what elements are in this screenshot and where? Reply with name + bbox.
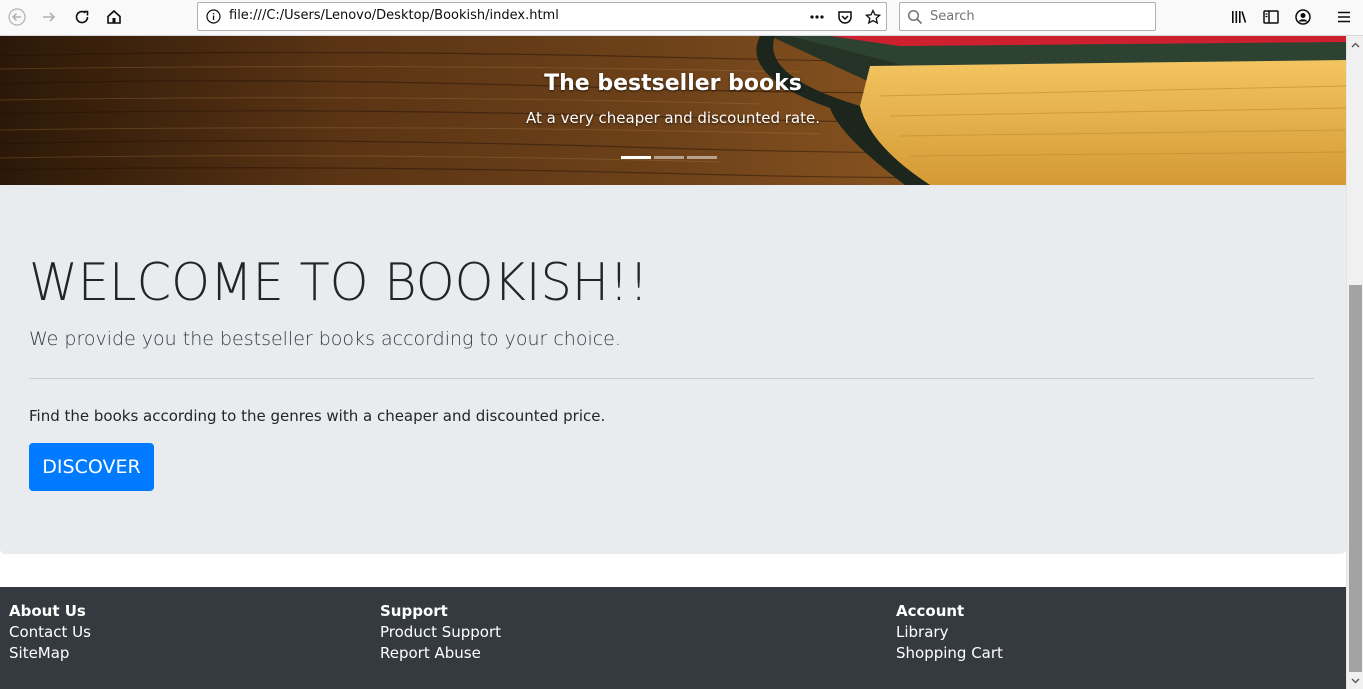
forward-icon[interactable] [36, 5, 62, 29]
scrollbar-thumb[interactable] [1349, 285, 1362, 672]
url-text[interactable]: file:///C:/Users/Lenovo/Desktop/Bookish/… [229, 8, 559, 23]
page-footer: About Us Contact Us SiteMap Support Prod… [0, 587, 1346, 689]
home-icon[interactable] [101, 5, 127, 29]
welcome-paragraph: Find the books according to the genres w… [29, 407, 606, 425]
footer-link-product-support[interactable]: Product Support [380, 622, 501, 643]
reload-icon[interactable] [69, 5, 95, 29]
carousel-title: The bestseller books [544, 71, 802, 96]
carousel-indicators [621, 156, 717, 159]
footer-link-library[interactable]: Library [896, 622, 1003, 643]
footer-heading-account: Account [896, 602, 965, 620]
welcome-lead: We provide you the bestseller books acco… [29, 328, 621, 350]
divider [29, 378, 1314, 379]
footer-column-account: Account Library Shopping Cart [896, 601, 1003, 664]
url-bar[interactable]: file:///C:/Users/Lenovo/Desktop/Bookish/… [197, 2, 887, 31]
library-icon[interactable] [1230, 8, 1248, 26]
search-input[interactable]: Search [930, 9, 975, 24]
carousel-indicator-1[interactable] [621, 156, 651, 159]
hero-carousel[interactable]: The bestseller books At a very cheaper a… [0, 36, 1346, 185]
browser-toolbar: file:///C:/Users/Lenovo/Desktop/Bookish/… [0, 0, 1363, 36]
carousel-subtitle: At a very cheaper and discounted rate. [526, 109, 820, 127]
carousel-indicator-2[interactable] [654, 156, 684, 159]
more-icon[interactable] [809, 9, 825, 25]
sidebar-icon[interactable] [1262, 8, 1280, 26]
footer-heading-about: About Us [9, 602, 86, 620]
scroll-up-icon[interactable] [1347, 36, 1363, 53]
carousel-indicator-3[interactable] [687, 156, 717, 159]
vertical-scrollbar[interactable] [1346, 36, 1363, 689]
footer-link-report-abuse[interactable]: Report Abuse [380, 643, 501, 664]
page-viewport: The bestseller books At a very cheaper a… [0, 36, 1346, 689]
info-icon[interactable] [206, 9, 221, 24]
search-bar[interactable]: Search [899, 2, 1156, 31]
welcome-jumbotron: WELCOME TO BOOKISH!! We provide you the … [0, 185, 1346, 554]
footer-link-sitemap[interactable]: SiteMap [9, 643, 91, 664]
bookmark-star-icon[interactable] [865, 9, 881, 25]
account-icon[interactable] [1294, 8, 1312, 26]
discover-button[interactable]: DISCOVER [29, 443, 154, 491]
pocket-icon[interactable] [837, 9, 853, 25]
footer-column-about: About Us Contact Us SiteMap [9, 601, 91, 664]
welcome-heading: WELCOME TO BOOKISH!! [29, 253, 649, 313]
search-icon [907, 9, 923, 25]
menu-icon[interactable] [1335, 8, 1353, 26]
footer-link-contact-us[interactable]: Contact Us [9, 622, 91, 643]
footer-column-support: Support Product Support Report Abuse [380, 601, 501, 664]
scroll-down-icon[interactable] [1347, 672, 1363, 689]
footer-link-shopping-cart[interactable]: Shopping Cart [896, 643, 1003, 664]
footer-heading-support: Support [380, 602, 448, 620]
back-icon[interactable] [4, 5, 30, 29]
